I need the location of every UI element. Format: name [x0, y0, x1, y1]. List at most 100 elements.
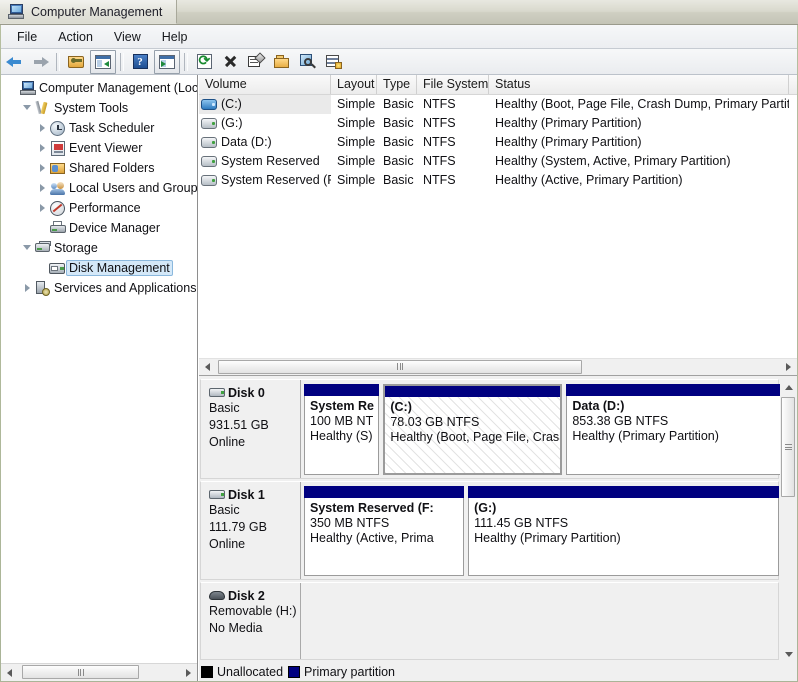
disk-title: Disk 0: [209, 386, 300, 400]
table-row[interactable]: System Reserved Simple Basic NTFS Healthy (S…: [199, 152, 797, 171]
sidebar-item-storage[interactable]: Storage: [1, 238, 197, 258]
disk-row[interactable]: Disk 0 Basic 931.51 GB Online System Re 100 M…: [200, 379, 783, 479]
sidebar-item-performance[interactable]: Performance: [1, 198, 197, 218]
up-one-level-button[interactable]: [64, 51, 88, 73]
volume-name: (C:): [221, 97, 242, 111]
list-scroll-right-button[interactable]: [780, 358, 797, 376]
sidebar-item-label: Task Scheduler: [69, 121, 155, 135]
list-scroll-track[interactable]: [216, 358, 780, 376]
sidebar-item-label: Services and Applications: [54, 281, 197, 295]
sidebar-item-system-tools[interactable]: System Tools: [1, 98, 197, 118]
results-pane: Volume Layout Type File System Status (C:) Si…: [199, 75, 797, 681]
volume-column-header-layout[interactable]: Layout: [331, 75, 377, 94]
sidebar-scroll-track[interactable]: [18, 664, 180, 681]
list-scroll-thumb[interactable]: [218, 359, 582, 374]
services-icon: [34, 280, 51, 296]
menu-help[interactable]: Help: [153, 27, 197, 47]
chevron-right-icon[interactable]: [35, 204, 49, 212]
all-tasks-button[interactable]: [322, 51, 346, 73]
table-row[interactable]: System Reserved (F:) Simple Basic NTFS Healt…: [199, 171, 797, 190]
layout-cell: Simple: [337, 97, 376, 111]
partition-block[interactable]: System Reserved (F: 350 MB NTFS Healthy (A…: [304, 486, 465, 576]
menu-action[interactable]: Action: [49, 27, 102, 47]
console-tree-pane: Computer Management (Local System Tools Ta…: [1, 75, 198, 681]
disk-title: Disk 2: [209, 589, 300, 603]
sidebar-horizontal-scrollbar[interactable]: [1, 663, 197, 681]
sidebar-item-device-manager[interactable]: Device Manager: [1, 218, 197, 238]
volume-column-header-file-system[interactable]: File System: [417, 75, 489, 94]
rescan-disks-button[interactable]: [296, 51, 320, 73]
sidebar-scroll-left-button[interactable]: [1, 664, 18, 681]
help-button[interactable]: ?: [128, 51, 152, 73]
partition-details: System Reserved (F: 350 MB NTFS Healthy (A…: [304, 498, 465, 576]
sidebar-scroll-thumb[interactable]: [22, 665, 139, 679]
partition-block[interactable]: (C:) 78.03 GB NTFS Healthy (Boot, Page Fil…: [383, 384, 563, 475]
volume-drive-icon: [201, 137, 217, 148]
chevron-right-icon[interactable]: [35, 144, 49, 152]
partition-color-bar: [304, 384, 380, 396]
properties-button[interactable]: [244, 51, 268, 73]
graph-scroll-up-button[interactable]: [780, 379, 797, 396]
disk-row[interactable]: Disk 1 Basic 111.79 GB Online System Reserve…: [200, 481, 779, 580]
volume-cell: Data (D:): [199, 133, 331, 152]
forward-button[interactable]: [28, 51, 52, 73]
storage-icon: [34, 241, 51, 255]
volume-column-header-volume[interactable]: Volume: [199, 75, 331, 94]
volume-column-header-status[interactable]: Status: [489, 75, 789, 94]
sidebar-item-disk-management[interactable]: Disk Management: [1, 258, 197, 278]
refresh-button[interactable]: [192, 51, 216, 73]
volume-list-horizontal-scrollbar[interactable]: [199, 358, 797, 376]
volume-column-header-type[interactable]: Type: [377, 75, 417, 94]
partition-legend: Unallocated Primary partition: [199, 663, 797, 681]
partition-size: 78.03 GB NTFS: [390, 415, 480, 429]
show-hide-console-tree-button[interactable]: [90, 49, 116, 74]
sidebar-item-task-scheduler[interactable]: Task Scheduler: [1, 118, 197, 138]
sidebar-scroll-right-button[interactable]: [180, 664, 197, 681]
volume-list-view: Volume Layout Type File System Status (C:) Si…: [199, 75, 797, 358]
sidebar-item-services-and-applications[interactable]: Services and Applications: [1, 278, 197, 298]
disk-name: Disk 2: [228, 589, 265, 603]
menu-file[interactable]: File: [8, 27, 46, 47]
disk-info-panel[interactable]: Disk 0 Basic 931.51 GB Online: [201, 380, 301, 478]
partition-block[interactable]: System Re 100 MB NT Healthy (S): [304, 384, 380, 475]
disk-no-media-area[interactable]: [301, 583, 778, 659]
delete-button[interactable]: [218, 51, 242, 73]
magnifier-icon: [300, 54, 316, 69]
partition-details: System Re 100 MB NT Healthy (S): [304, 396, 380, 475]
title-bar: Computer Management: [0, 0, 798, 25]
partition-block[interactable]: (G:) 111.45 GB NTFS Healthy (Primary Parti…: [468, 486, 779, 576]
graph-scroll-down-button[interactable]: [780, 646, 797, 663]
chevron-right-icon[interactable]: [35, 164, 49, 172]
partition-block[interactable]: Data (D:) 853.38 GB NTFS Healthy (Primary …: [566, 384, 783, 475]
chevron-down-icon[interactable]: [20, 103, 34, 114]
graphical-view-vertical-scrollbar[interactable]: [780, 379, 797, 681]
legend-swatch-icon: [201, 666, 213, 678]
sidebar-item-label: Disk Management: [66, 260, 173, 276]
sidebar-item-shared-folders[interactable]: Shared Folders: [1, 158, 197, 178]
show-hide-action-pane-button[interactable]: [154, 49, 180, 74]
disk-row[interactable]: Disk 2 Removable (H:) No Media: [200, 582, 779, 660]
arrow-right-icon: [32, 55, 49, 68]
chevron-down-icon[interactable]: [20, 243, 34, 254]
sidebar-item-local-users-and-groups[interactable]: Local Users and Groups: [1, 178, 197, 198]
table-row[interactable]: (G:) Simple Basic NTFS Healthy (Primary Part…: [199, 114, 797, 133]
table-row[interactable]: Data (D:) Simple Basic NTFS Healthy (Primary…: [199, 133, 797, 152]
sidebar-item-computer-management-local[interactable]: Computer Management (Local: [1, 78, 197, 98]
disk-info-panel[interactable]: Disk 1 Basic 111.79 GB Online: [201, 482, 301, 579]
status-cell: Healthy (Primary Partition): [495, 135, 642, 149]
menu-view[interactable]: View: [105, 27, 150, 47]
chevron-right-icon[interactable]: [35, 184, 49, 192]
status-cell: Healthy (Primary Partition): [495, 116, 642, 130]
sidebar-item-label: Storage: [54, 241, 98, 255]
graph-scroll-thumb[interactable]: [781, 397, 795, 497]
disk-info-panel[interactable]: Disk 2 Removable (H:) No Media: [201, 583, 301, 659]
back-button[interactable]: [2, 51, 26, 73]
system-tools-icon: [34, 100, 51, 116]
open-button[interactable]: [270, 51, 294, 73]
type-cell: Basic: [383, 135, 414, 149]
table-row[interactable]: (C:) Simple Basic NTFS Healthy (Boot, Page F…: [199, 95, 797, 114]
sidebar-item-event-viewer[interactable]: Event Viewer: [1, 138, 197, 158]
list-scroll-left-button[interactable]: [199, 358, 216, 376]
chevron-right-icon[interactable]: [20, 284, 34, 292]
chevron-right-icon[interactable]: [35, 124, 49, 132]
